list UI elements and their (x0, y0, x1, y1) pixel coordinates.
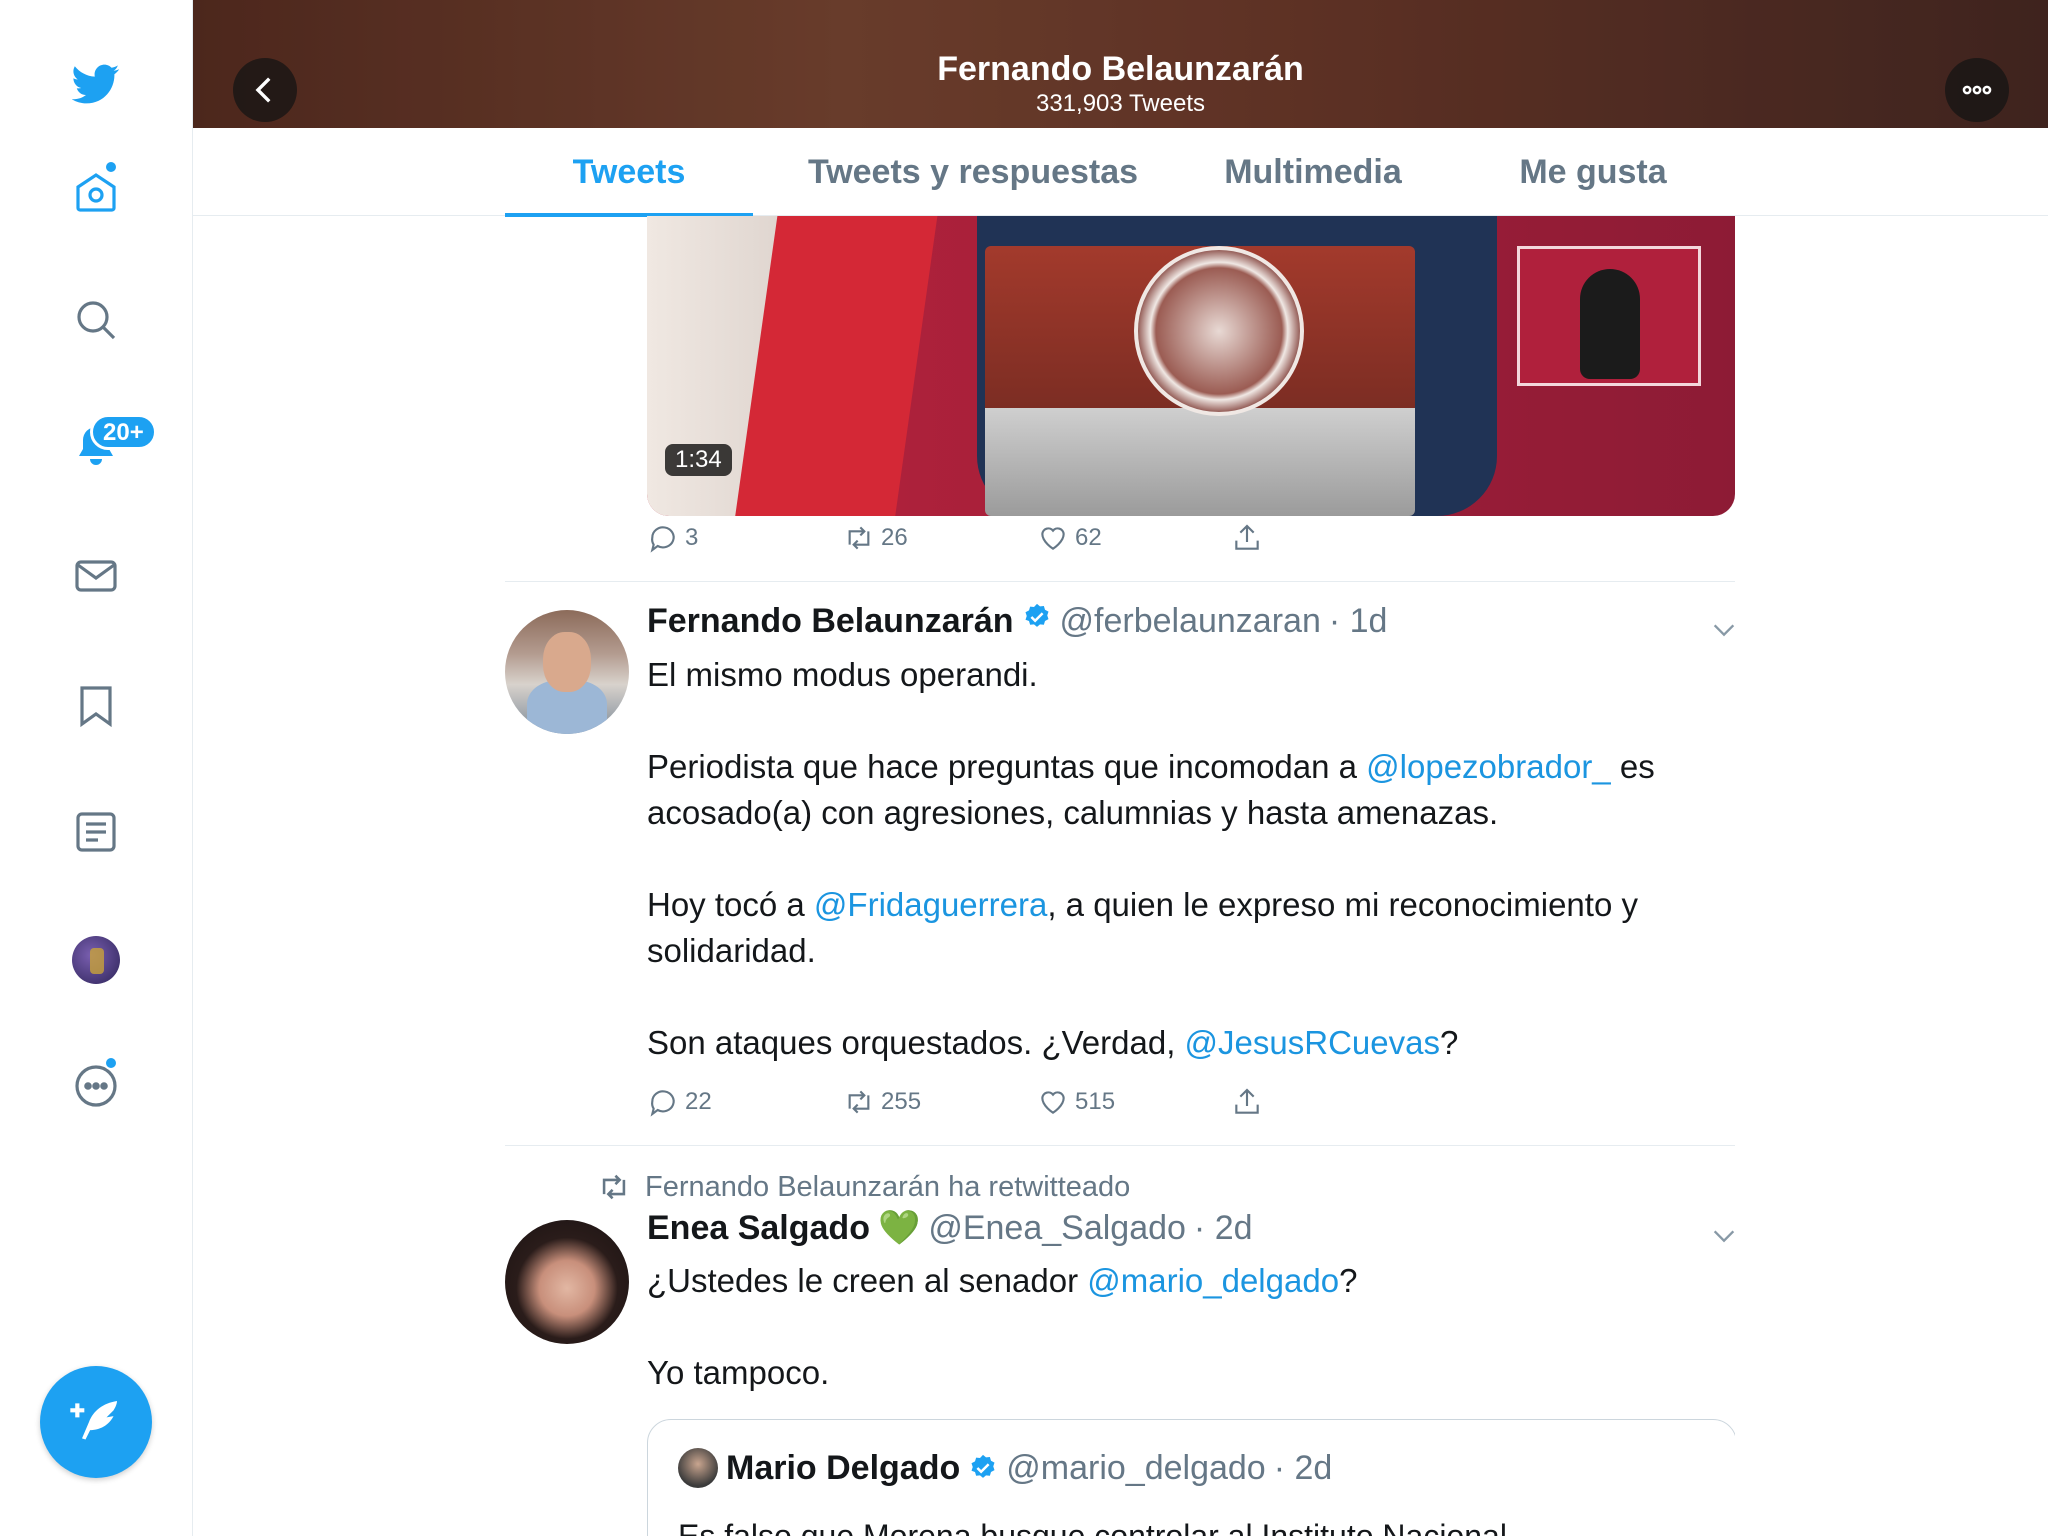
author-name[interactable]: Fernando Belaunzarán (647, 602, 1014, 641)
reply-button[interactable]: 22 (647, 1086, 712, 1118)
twitter-bird-icon (72, 64, 120, 104)
tab-tweets[interactable]: Tweets (505, 128, 753, 217)
more-options-button[interactable] (1945, 58, 2009, 122)
mention-link[interactable]: @JesusRCuevas (1185, 1024, 1440, 1061)
mail-icon (75, 560, 117, 592)
tweet-paragraph: Yo tampoco. (647, 1354, 830, 1391)
mention-link[interactable]: @mario_delgado (1087, 1262, 1339, 1299)
retweet-icon (602, 1174, 626, 1200)
quoted-tweet[interactable]: Mario Delgado @mario_delgado · 2d Es fal… (647, 1419, 1735, 1536)
tweet-paragraph: ¿Ustedes le creen al senador @mario_delg… (647, 1262, 1358, 1299)
tweet-header: Enea Salgado 💚 @Enea_Salgado · 2d (647, 1208, 1253, 1248)
retweet-count: 255 (881, 1088, 922, 1115)
reply-icon (650, 1090, 675, 1117)
retweeted-by-label[interactable]: Fernando Belaunzarán ha retwitteado (645, 1171, 1130, 1204)
tweet-actions: 3 26 62 (647, 522, 1347, 562)
like-count: 515 (1075, 1088, 1116, 1115)
verified-badge-icon (971, 1454, 995, 1478)
video-duration: 1:34 (665, 444, 732, 476)
share-button[interactable] (1231, 522, 1263, 554)
profile-header: Fernando Belaunzarán 331,903 Tweets (193, 0, 2048, 128)
share-icon (1235, 1088, 1259, 1114)
tweet-paragraph: El mismo modus operandi. (647, 656, 1038, 693)
lists-nav[interactable] (56, 792, 136, 872)
more-nav[interactable] (56, 1046, 136, 1126)
more-unread-dot (104, 1056, 118, 1070)
quoted-tweet-header: Mario Delgado @mario_delgado · 2d (678, 1448, 1332, 1488)
list-icon (76, 812, 116, 852)
explore-nav[interactable] (56, 280, 136, 360)
tweet-paragraph: Hoy tocó a @Fridaguerrera, a quien le ex… (647, 886, 1638, 969)
home-nav[interactable] (56, 152, 136, 232)
author-handle[interactable]: @ferbelaunzaran (1060, 602, 1321, 641)
avatar (678, 1448, 718, 1488)
search-icon (77, 301, 116, 340)
share-button[interactable] (1231, 1086, 1263, 1118)
retweet-count: 26 (881, 524, 908, 551)
tab-likes[interactable]: Me gusta (1473, 128, 1713, 216)
green-heart-emoji: 💚 (877, 1209, 921, 1247)
reply-count: 22 (685, 1088, 712, 1115)
heart-icon (1041, 527, 1065, 550)
reply-icon (650, 526, 675, 553)
sign-language-inset (1517, 246, 1701, 386)
profile-tabs: Tweets Tweets y respuestas Multimedia Me… (193, 128, 2048, 217)
tab-tweets-replies[interactable]: Tweets y respuestas (783, 128, 1163, 216)
home-icon (76, 173, 116, 212)
verified-badge-icon (1025, 603, 1049, 627)
tweet-divider (505, 581, 1735, 582)
like-count: 62 (1075, 524, 1102, 551)
feather-plus-icon (70, 1401, 117, 1440)
tweet-paragraph: Son ataques orquestados. ¿Verdad, @Jesus… (647, 1024, 1459, 1061)
profile-avatar[interactable] (72, 936, 120, 984)
reply-button[interactable]: 3 (647, 522, 698, 554)
chevron-down-icon[interactable] (1710, 616, 1735, 644)
quoted-author-handle: @mario_delgado (1006, 1448, 1266, 1487)
tweet-header: Fernando Belaunzarán @ferbelaunzaran · 1… (647, 602, 1387, 641)
quoted-tweet-text: Es falso que Morena busque controlar al … (678, 1518, 1507, 1536)
notifications-badge: 20+ (90, 414, 157, 450)
chevron-down-icon[interactable] (1710, 1222, 1735, 1250)
tweet-divider (505, 1145, 1735, 1146)
tweet-body: ¿Ustedes le creen al senador @mario_delg… (647, 1258, 1735, 1396)
mention-link[interactable]: @lopezobrador_ (1366, 748, 1611, 785)
home-unread-dot (104, 160, 118, 174)
seal-graphic (1134, 246, 1304, 416)
tab-media[interactable]: Multimedia (1193, 128, 1433, 216)
heart-icon (1041, 1091, 1065, 1114)
share-icon (1235, 524, 1259, 550)
retweet-icon (848, 526, 870, 550)
tweet-time: · 1d (1328, 602, 1388, 640)
reply-count: 3 (685, 524, 699, 551)
retweet-icon (848, 1090, 870, 1114)
like-button[interactable]: 62 (1037, 522, 1102, 554)
bookmarks-nav[interactable] (56, 666, 136, 746)
retweet-context: Fernando Belaunzarán ha retwitteado (597, 1170, 1130, 1204)
bookmark-icon (80, 686, 112, 728)
quoted-author-name: Mario Delgado (726, 1448, 961, 1487)
like-button[interactable]: 515 (1037, 1086, 1115, 1118)
tweet-actions: 22 255 515 (647, 1086, 1347, 1126)
tweet-count: 331,903 Tweets (1035, 90, 1206, 117)
tweet-paragraph: Periodista que hace preguntas que incomo… (647, 748, 1655, 831)
author-name[interactable]: Enea Salgado (647, 1209, 870, 1248)
page-title: Fernando Belaunzarán (937, 50, 1304, 88)
quoted-tweet-time: · 2d (1273, 1448, 1333, 1487)
tweet-time: · 2d (1193, 1209, 1253, 1247)
compose-tweet-button[interactable] (40, 1366, 152, 1478)
retweet-button[interactable]: 26 (843, 522, 908, 554)
tweet-body: El mismo modus operandi. Periodista que … (647, 652, 1735, 1066)
author-handle[interactable]: @Enea_Salgado (928, 1209, 1186, 1248)
more-dots-icon (1962, 85, 1992, 95)
timeline: 1:34 3 26 62 Fernando Belaunzarán @ferbe… (505, 216, 1735, 1536)
sidebar: 20+ (0, 0, 193, 1536)
mention-link[interactable]: @Fridaguerrera (814, 886, 1047, 923)
retweet-button[interactable]: 255 (843, 1086, 921, 1118)
avatar[interactable] (505, 610, 629, 734)
twitter-logo[interactable] (56, 44, 136, 124)
avatar[interactable] (505, 1220, 629, 1344)
messages-nav[interactable] (56, 536, 136, 616)
video-thumbnail[interactable]: 1:34 (647, 216, 1735, 516)
